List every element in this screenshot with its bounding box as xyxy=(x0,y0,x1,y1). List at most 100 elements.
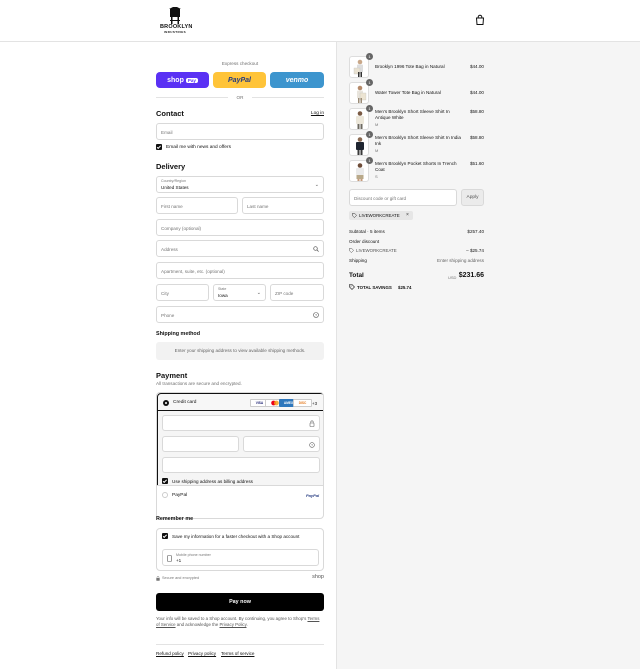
tag-icon xyxy=(349,248,354,253)
remember-me-box: Save my information for a faster checkou… xyxy=(156,528,324,571)
zip-placeholder: ZIP code xyxy=(275,291,294,296)
product-image xyxy=(349,82,369,104)
discover-icon: DISC xyxy=(293,399,312,407)
name-on-card-field[interactable] xyxy=(162,457,320,473)
shop-pay-badge: Pay xyxy=(185,77,198,83)
country-select[interactable]: Country/Region United States ⌄ xyxy=(156,176,324,193)
shipping-method-box: Enter your shipping address to view avai… xyxy=(156,342,324,360)
shop-logo: shop xyxy=(312,574,324,580)
credit-card-option[interactable]: Credit card VISA AMEX DISC +3 xyxy=(157,393,323,411)
legal-text: Your info will be saved to a Shop accoun… xyxy=(156,616,320,627)
paypal-express-button[interactable]: PayPal xyxy=(213,72,266,88)
apply-label: Apply xyxy=(466,195,479,200)
shop-pay-button[interactable]: shop Pay xyxy=(156,72,209,88)
state-select[interactable]: State Iowa ⌄ xyxy=(213,284,266,301)
discount-code-placeholder: Discount code or gift card xyxy=(354,196,407,201)
product-price: $58.80 xyxy=(469,135,484,140)
venmo-button[interactable]: venmo xyxy=(270,72,324,88)
billing-address-checkbox[interactable] xyxy=(162,478,168,484)
paypal-radio[interactable] xyxy=(162,492,168,498)
email-placeholder: Email xyxy=(161,130,173,135)
total-label: Total xyxy=(349,272,364,279)
divider-right xyxy=(252,97,324,98)
help-icon[interactable]: ? xyxy=(313,312,319,318)
apply-discount-button[interactable]: Apply xyxy=(461,189,484,206)
login-link[interactable]: Log in xyxy=(300,111,324,116)
express-checkout-label: Express checkout xyxy=(221,61,259,66)
pay-now-button[interactable]: Pay now xyxy=(156,593,324,611)
secure-encrypted-label: Secure and encrypted xyxy=(162,576,200,580)
phone-field[interactable]: Phone ? xyxy=(156,306,324,323)
address-field[interactable]: Address xyxy=(156,240,324,257)
first-name-placeholder: First name xyxy=(161,204,183,209)
apartment-field[interactable]: Apartment, suite, etc. (optional) xyxy=(156,262,324,279)
chevron-down-icon: ⌄ xyxy=(256,290,261,296)
security-code-field[interactable]: ? xyxy=(243,436,320,452)
quantity-badge: 1 xyxy=(366,53,373,60)
last-name-field[interactable]: Last name xyxy=(242,197,324,214)
apartment-placeholder: Apartment, suite, etc. (optional) xyxy=(161,269,225,274)
company-placeholder: Company (optional) xyxy=(161,226,202,231)
product-variant: M xyxy=(375,122,379,127)
privacy-policy-link[interactable]: Privacy policy xyxy=(188,651,216,656)
shop-pay-label: shop xyxy=(167,76,184,84)
refund-policy-link[interactable]: Refund policy xyxy=(156,651,184,656)
discount-tag-code: LIVEWORKCREATE xyxy=(359,213,400,218)
remember-me-heading: Remember me xyxy=(156,516,194,522)
payment-heading: Payment xyxy=(156,371,188,380)
mobile-phone-icon xyxy=(167,555,172,562)
save-info-label: Save my information for a faster checkou… xyxy=(172,534,300,539)
credit-card-radio[interactable] xyxy=(163,399,169,406)
paypal-express-label: PayPal xyxy=(228,76,251,84)
more-cards-badge: +3 xyxy=(312,400,318,406)
product-image xyxy=(349,134,369,156)
shopping-bag-icon[interactable] xyxy=(474,14,486,26)
card-number-field[interactable] xyxy=(162,415,320,431)
shipping-label: Shipping xyxy=(349,258,367,263)
footer-divider xyxy=(156,644,324,645)
water-tower-icon xyxy=(169,6,181,24)
paypal-option[interactable]: PayPal PayPal xyxy=(157,486,323,504)
state-label: State xyxy=(218,287,227,291)
paypal-label: PayPal xyxy=(172,492,188,498)
total-savings-value: $25.74 xyxy=(398,285,412,290)
expiration-field[interactable] xyxy=(162,436,239,452)
order-discount-value: – $25.74 xyxy=(466,248,484,253)
total-savings-label: TOTAL SAVINGS xyxy=(357,285,392,290)
brand-logo[interactable]: BROOKLYN INDUSTRIES xyxy=(160,6,192,35)
save-info-checkbox[interactable] xyxy=(162,533,168,539)
first-name-field[interactable]: First name xyxy=(156,197,238,214)
phone-placeholder: Phone xyxy=(161,313,175,318)
quantity-badge: 1 xyxy=(366,105,373,112)
product-price: $58.80 xyxy=(469,109,484,114)
city-field[interactable]: City xyxy=(156,284,209,301)
remove-discount-icon[interactable]: × xyxy=(406,212,409,218)
zip-field[interactable]: ZIP code xyxy=(270,284,324,301)
mobile-phone-field[interactable]: Mobile phone number +1 xyxy=(162,549,319,566)
shipping-method-message: Enter your shipping address to view avai… xyxy=(174,348,306,353)
savings-tag-icon xyxy=(349,284,355,290)
applied-discount-tag: LIVEWORKCREATE × xyxy=(349,211,413,220)
subtotal-value: $257.40 xyxy=(467,229,484,234)
site-header xyxy=(0,0,640,42)
brand-tagline: INDUSTRIES xyxy=(163,30,187,34)
terms-of-service-link[interactable]: Terms of service xyxy=(221,651,254,656)
pay-now-label: Pay now xyxy=(229,599,251,605)
discount-code-field[interactable]: Discount code or gift card xyxy=(349,189,457,206)
shop-privacy-link[interactable]: Privacy Policy xyxy=(220,622,247,627)
product-variant: S xyxy=(375,174,378,179)
help-icon[interactable]: ? xyxy=(309,441,315,448)
country-value: United States xyxy=(161,185,189,190)
lock-icon xyxy=(156,576,160,581)
payment-options: Credit card VISA AMEX DISC +3 ? Use ship… xyxy=(156,392,324,519)
mobile-phone-value: +1 xyxy=(176,558,182,563)
email-field[interactable]: Email xyxy=(156,123,324,140)
news-checkbox[interactable] xyxy=(156,144,162,150)
tag-icon xyxy=(352,213,357,218)
venmo-label: venmo xyxy=(285,76,309,84)
order-discount-code: LIVEWORKCREATE xyxy=(356,248,397,253)
contact-heading: Contact xyxy=(156,109,184,118)
delivery-heading: Delivery xyxy=(156,162,186,171)
company-field[interactable]: Company (optional) xyxy=(156,219,324,236)
total-value: $231.66 xyxy=(458,272,484,279)
